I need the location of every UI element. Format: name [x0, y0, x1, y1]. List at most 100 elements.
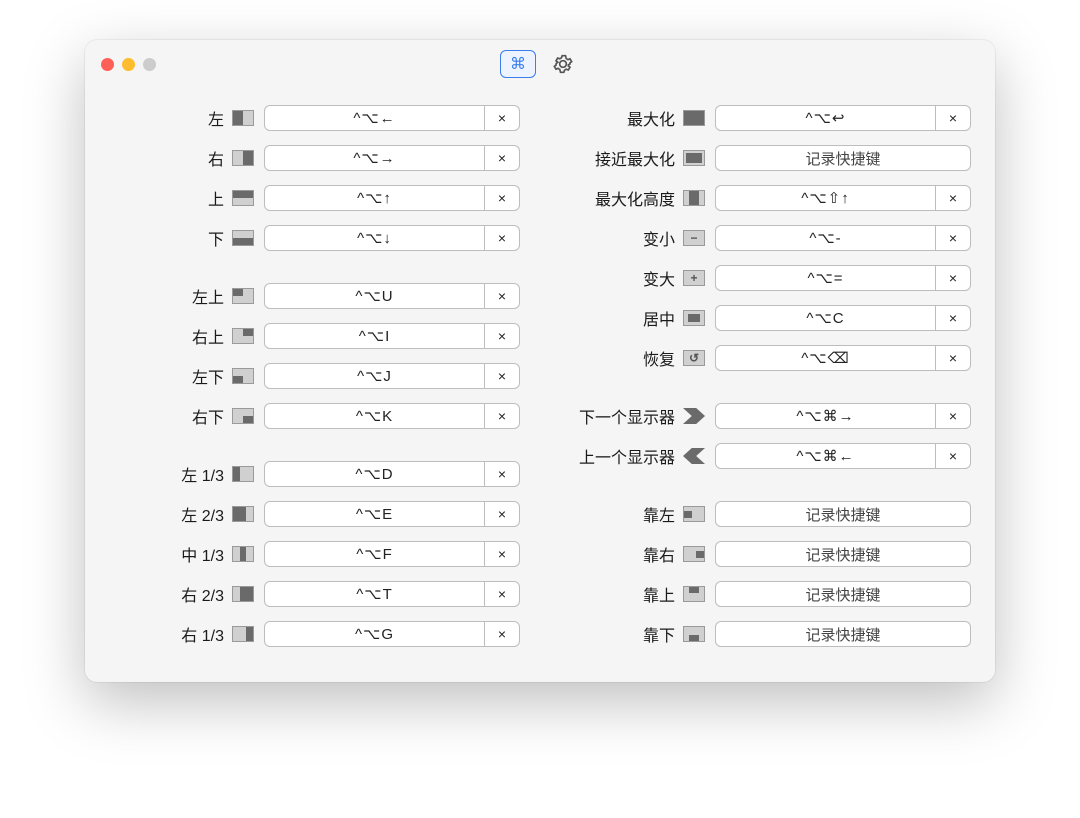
- shortcut-field-restore[interactable]: ^⌥⌫: [715, 345, 936, 371]
- label-snap-bottom: 靠下: [560, 622, 683, 646]
- shortcut-field-max[interactable]: ^⌥↩: [715, 105, 936, 131]
- clear-shortcut-maxh[interactable]: ×: [936, 185, 971, 211]
- clear-shortcut-next-display[interactable]: ×: [936, 403, 971, 429]
- clear-shortcut-r13[interactable]: ×: [485, 621, 520, 647]
- titlebar: ⌘: [85, 40, 995, 88]
- shortcut-row-snap-left: 靠左 记录快捷键: [560, 494, 971, 534]
- shortcut-row-up: 上 ^⌥↑×: [109, 178, 520, 218]
- smaller-icon: −: [683, 230, 705, 246]
- shortcut-field-c13[interactable]: ^⌥F: [264, 541, 485, 567]
- label-tr: 右上: [109, 324, 232, 348]
- shortcut-field-snap-right[interactable]: 记录快捷键: [715, 541, 971, 567]
- right-column: 最大化^⌥↩×接近最大化记录快捷键最大化高度^⌥⇧↑×变小−^⌥-×变大+^⌥=…: [560, 98, 971, 654]
- l23-icon: [232, 506, 254, 522]
- label-r23: 右 2/3: [109, 582, 232, 606]
- shortcut-row-right: 右^⌥→×: [109, 138, 520, 178]
- label-c13: 中 1/3: [109, 542, 232, 566]
- shortcut-row-maxh: 最大化高度 ^⌥⇧↑×: [560, 178, 971, 218]
- label-br: 右下: [109, 404, 232, 428]
- shortcut-field-tr[interactable]: ^⌥I: [264, 323, 485, 349]
- toolbar-tabs: ⌘: [500, 50, 580, 78]
- shortcut-row-tr: 右上 ^⌥I×: [109, 316, 520, 356]
- tl-icon: [232, 288, 254, 304]
- close-window-button[interactable]: [101, 58, 114, 71]
- clear-shortcut-max[interactable]: ×: [936, 105, 971, 131]
- label-maxh: 最大化高度: [560, 186, 683, 210]
- clear-shortcut-prev-display[interactable]: ×: [936, 443, 971, 469]
- shortcut-row-c13: 中 1/3 ^⌥F×: [109, 534, 520, 574]
- shortcut-row-restore: 恢复↺ ^⌥⌫×: [560, 338, 971, 378]
- label-up: 上: [109, 186, 232, 210]
- tab-settings[interactable]: [546, 51, 580, 77]
- label-snap-top: 靠上: [560, 582, 683, 606]
- left-icon: [232, 110, 254, 126]
- shortcut-row-prev-display: 上一个显示器 ^⌥⌘←×: [560, 436, 971, 476]
- shortcut-field-l13[interactable]: ^⌥D: [264, 461, 485, 487]
- shortcut-field-center[interactable]: ^⌥C: [715, 305, 936, 331]
- amax-icon: [683, 150, 705, 166]
- shortcut-row-amax: 接近最大化 记录快捷键: [560, 138, 971, 178]
- left-column: 左^⌥←×右^⌥→×上^⌥↑×下^⌥↓×左上^⌥U×右上^⌥I×左下^⌥J×右下…: [109, 98, 520, 654]
- clear-shortcut-c13[interactable]: ×: [485, 541, 520, 567]
- shortcut-field-prev-display[interactable]: ^⌥⌘←: [715, 443, 936, 469]
- shortcut-field-right[interactable]: ^⌥→: [264, 145, 485, 171]
- clear-shortcut-l23[interactable]: ×: [485, 501, 520, 527]
- shortcut-field-r23[interactable]: ^⌥T: [264, 581, 485, 607]
- shortcut-field-br[interactable]: ^⌥K: [264, 403, 485, 429]
- prev-display-icon: [683, 448, 705, 464]
- clear-shortcut-bl[interactable]: ×: [485, 363, 520, 389]
- label-snap-left: 靠左: [560, 502, 683, 526]
- clear-shortcut-larger[interactable]: ×: [936, 265, 971, 291]
- clear-shortcut-r23[interactable]: ×: [485, 581, 520, 607]
- shortcut-row-l13: 左 1/3^⌥D×: [109, 454, 520, 494]
- up-icon: [232, 190, 254, 206]
- shortcut-row-center: 居中^⌥C×: [560, 298, 971, 338]
- clear-shortcut-up[interactable]: ×: [485, 185, 520, 211]
- label-restore: 恢复: [560, 346, 683, 370]
- restore-icon: ↺: [683, 350, 705, 366]
- shortcut-field-tl[interactable]: ^⌥U: [264, 283, 485, 309]
- shortcut-field-maxh[interactable]: ^⌥⇧↑: [715, 185, 936, 211]
- shortcut-field-down[interactable]: ^⌥↓: [264, 225, 485, 251]
- down-icon: [232, 230, 254, 246]
- shortcut-field-up[interactable]: ^⌥↑: [264, 185, 485, 211]
- shortcut-field-r13[interactable]: ^⌥G: [264, 621, 485, 647]
- clear-shortcut-down[interactable]: ×: [485, 225, 520, 251]
- clear-shortcut-left[interactable]: ×: [485, 105, 520, 131]
- label-tl: 左上: [109, 284, 232, 308]
- clear-shortcut-tl[interactable]: ×: [485, 283, 520, 309]
- shortcut-row-bl: 左下^⌥J×: [109, 356, 520, 396]
- zoom-window-button[interactable]: [143, 58, 156, 71]
- label-r13: 右 1/3: [109, 622, 232, 646]
- c13-icon: [232, 546, 254, 562]
- shortcut-field-amax[interactable]: 记录快捷键: [715, 145, 971, 171]
- shortcut-field-l23[interactable]: ^⌥E: [264, 501, 485, 527]
- label-next-display: 下一个显示器: [560, 404, 683, 428]
- shortcut-row-r13: 右 1/3 ^⌥G×: [109, 614, 520, 654]
- shortcut-field-snap-left[interactable]: 记录快捷键: [715, 501, 971, 527]
- shortcut-field-next-display[interactable]: ^⌥⌘→: [715, 403, 936, 429]
- right-icon: [232, 150, 254, 166]
- shortcut-field-larger[interactable]: ^⌥=: [715, 265, 936, 291]
- clear-shortcut-center[interactable]: ×: [936, 305, 971, 331]
- label-amax: 接近最大化: [560, 146, 683, 170]
- clear-shortcut-br[interactable]: ×: [485, 403, 520, 429]
- minimize-window-button[interactable]: [122, 58, 135, 71]
- shortcut-field-snap-top[interactable]: 记录快捷键: [715, 581, 971, 607]
- shortcut-field-smaller[interactable]: ^⌥-: [715, 225, 936, 251]
- clear-shortcut-right[interactable]: ×: [485, 145, 520, 171]
- shortcut-field-left[interactable]: ^⌥←: [264, 105, 485, 131]
- clear-shortcut-tr[interactable]: ×: [485, 323, 520, 349]
- shortcut-row-tl: 左上 ^⌥U×: [109, 276, 520, 316]
- clear-shortcut-smaller[interactable]: ×: [936, 225, 971, 251]
- shortcut-field-snap-bottom[interactable]: 记录快捷键: [715, 621, 971, 647]
- shortcut-row-l23: 左 2/3^⌥E×: [109, 494, 520, 534]
- shortcut-field-bl[interactable]: ^⌥J: [264, 363, 485, 389]
- clear-shortcut-l13[interactable]: ×: [485, 461, 520, 487]
- tab-shortcuts[interactable]: ⌘: [500, 50, 536, 78]
- shortcut-row-left: 左^⌥←×: [109, 98, 520, 138]
- clear-shortcut-restore[interactable]: ×: [936, 345, 971, 371]
- label-prev-display: 上一个显示器: [560, 444, 683, 468]
- br-icon: [232, 408, 254, 424]
- shortcut-row-next-display: 下一个显示器 ^⌥⌘→×: [560, 396, 971, 436]
